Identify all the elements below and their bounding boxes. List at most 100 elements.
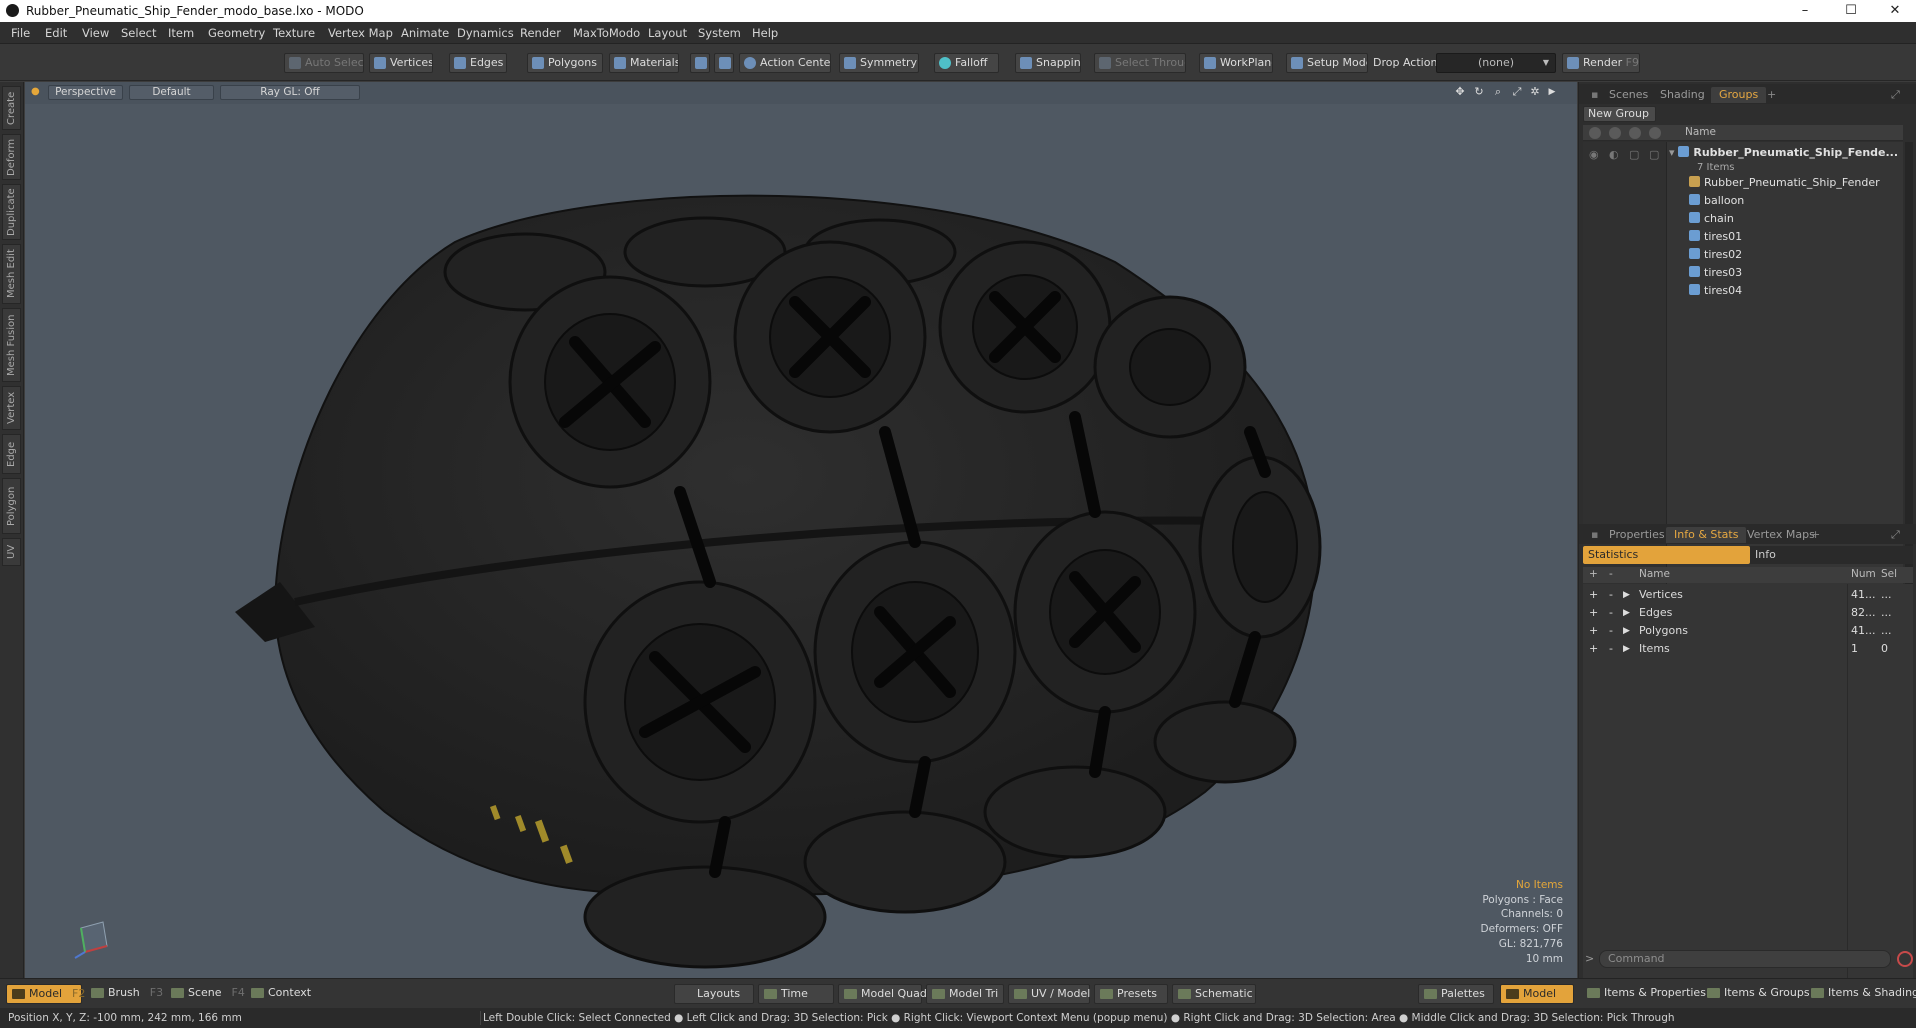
auto-select-button[interactable]: Auto Select — [284, 53, 364, 73]
group-item[interactable]: tires02 — [1667, 246, 1903, 264]
menu-animate[interactable]: Animate — [401, 26, 449, 40]
group-item[interactable]: Rubber_Pneumatic_Ship_Fender — [1667, 174, 1903, 192]
polygons-button[interactable]: Polygons — [527, 53, 603, 73]
move-view-icon[interactable]: ✥ — [1453, 85, 1467, 99]
schematic-button[interactable]: Schematic — [1172, 984, 1256, 1004]
action-center-button[interactable]: Action Center — [739, 53, 831, 73]
tab-info-stats[interactable]: Info & Stats — [1666, 527, 1747, 543]
model-tri-button[interactable]: Model Tri — [926, 984, 1004, 1004]
tab-mesh-fusion[interactable]: Mesh Fusion — [2, 308, 21, 382]
pivot-mode-button[interactable] — [690, 53, 710, 73]
time-button[interactable]: Time — [758, 984, 834, 1004]
viewport-menu-icon[interactable]: ● — [31, 86, 40, 97]
tab-create[interactable]: Create — [2, 86, 21, 130]
group-item[interactable]: tires04 — [1667, 282, 1903, 300]
panel-expand-icon[interactable]: ⤢ — [1887, 527, 1904, 543]
minimize-button[interactable]: – — [1782, 0, 1828, 22]
uv-model-button[interactable]: UV / Model — [1008, 984, 1090, 1004]
menu-view[interactable]: View — [82, 26, 109, 40]
row-add-icon[interactable]: + — [1589, 586, 1598, 604]
add-tab-icon[interactable]: + — [1807, 527, 1824, 543]
model-tab-button[interactable]: Model — [1500, 984, 1574, 1004]
layouts-button[interactable]: Layouts — [674, 984, 754, 1004]
tab-deform[interactable]: Deform — [2, 134, 21, 180]
stats-row-polygons[interactable]: + - ▶ Polygons 41... ... — [1583, 622, 1913, 640]
menu-file[interactable]: File — [11, 26, 30, 40]
panel-expand-icon[interactable]: ⤢ — [1887, 87, 1904, 103]
model-quad-button[interactable]: Model Quad — [838, 984, 927, 1004]
command-input[interactable]: Command — [1599, 950, 1891, 968]
snapping-button[interactable]: Snapping — [1015, 53, 1081, 73]
menu-geometry[interactable]: Geometry — [208, 26, 265, 40]
rotate-view-icon[interactable]: ↻ — [1472, 85, 1486, 99]
select-toggle-icon[interactable]: ▢ — [1649, 148, 1659, 161]
new-group-button[interactable]: New Group — [1583, 106, 1656, 122]
menu-item[interactable]: Item — [168, 26, 194, 40]
tab-polygon[interactable]: Polygon — [2, 478, 21, 534]
edges-button[interactable]: Edges — [449, 53, 507, 73]
row-add-icon[interactable]: + — [1589, 604, 1598, 622]
select-through-button[interactable]: Select Through — [1094, 53, 1186, 73]
tab-info[interactable]: Info — [1755, 546, 1776, 564]
row-remove-icon[interactable]: - — [1609, 640, 1613, 658]
render-toggle-icon[interactable]: ◐ — [1609, 148, 1619, 161]
row-add-icon[interactable]: + — [1589, 622, 1598, 640]
menu-layout[interactable]: Layout — [648, 26, 687, 40]
record-icon[interactable] — [1897, 951, 1913, 967]
vertices-button[interactable]: Vertices — [369, 53, 433, 73]
menu-maxtomodo[interactable]: MaxToModo — [573, 26, 640, 40]
tab-statistics[interactable]: Statistics — [1583, 546, 1750, 564]
group-item[interactable]: tires03 — [1667, 264, 1903, 282]
raygl-button[interactable]: Ray GL: Off — [220, 85, 360, 100]
tab-shading[interactable]: Shading — [1652, 87, 1713, 103]
group-item[interactable]: balloon — [1667, 192, 1903, 210]
falloff-button[interactable]: Falloff — [934, 53, 999, 73]
menu-system[interactable]: System — [698, 26, 741, 40]
tab-uv[interactable]: UV — [2, 538, 21, 566]
menu-select[interactable]: Select — [121, 26, 156, 40]
tab-vertex[interactable]: Vertex — [2, 386, 21, 430]
items-groups-button[interactable]: Items & Groups — [1702, 984, 1810, 1004]
zoom-view-icon[interactable]: ⌕ — [1491, 85, 1505, 99]
row-remove-icon[interactable]: - — [1609, 604, 1613, 622]
symmetry-button[interactable]: Symmetry — [839, 53, 919, 73]
stats-row-edges[interactable]: + - ▶ Edges 82... ... — [1583, 604, 1913, 622]
drop-action-select[interactable]: (none) ▼ — [1436, 53, 1556, 73]
tab-groups[interactable]: Groups — [1711, 87, 1767, 103]
center-mode-button[interactable] — [714, 53, 734, 73]
setup-mode-button[interactable]: Setup Mode — [1286, 53, 1368, 73]
menu-render[interactable]: Render — [520, 26, 561, 40]
menu-edit[interactable]: Edit — [45, 26, 67, 40]
tab-mesh-edit[interactable]: Mesh Edit — [2, 244, 21, 304]
row-expand-icon[interactable]: ▶ — [1623, 586, 1630, 604]
viewport-expand-icon[interactable]: ▶ — [1545, 85, 1559, 99]
fit-view-icon[interactable]: ⤢ — [1510, 85, 1524, 99]
row-expand-icon[interactable]: ▶ — [1623, 604, 1630, 622]
menu-texture[interactable]: Texture — [273, 26, 315, 40]
stats-row-items[interactable]: + - ▶ Items 1 0 — [1583, 640, 1913, 658]
brush-layout-button[interactable]: Brush F3 — [86, 984, 164, 1004]
row-add-icon[interactable]: + — [1589, 640, 1598, 658]
add-tab-icon[interactable]: + — [1763, 87, 1780, 103]
lock-toggle-icon[interactable]: ▢ — [1629, 148, 1639, 161]
tab-edge[interactable]: Edge — [2, 434, 21, 474]
items-properties-button[interactable]: Items & Properties — [1582, 984, 1706, 1004]
menu-help[interactable]: Help — [752, 26, 778, 40]
group-item[interactable]: chain — [1667, 210, 1903, 228]
workplane-button[interactable]: WorkPlane — [1199, 53, 1273, 73]
view-style-button[interactable]: Default — [129, 85, 214, 100]
expand-all-icon[interactable]: + — [1589, 568, 1598, 580]
context-layout-button[interactable]: Context — [246, 984, 316, 1004]
close-button[interactable]: ✕ — [1872, 0, 1916, 22]
render-button[interactable]: Render F9 — [1562, 53, 1640, 73]
model-layout-button[interactable]: Model F2 — [6, 984, 85, 1004]
eye-icon[interactable]: ◉ — [1589, 148, 1599, 161]
presets-button[interactable]: Presets — [1094, 984, 1168, 1004]
collapse-all-icon[interactable]: - — [1609, 568, 1613, 580]
items-shading-button[interactable]: Items & Shading — [1806, 984, 1916, 1004]
row-expand-icon[interactable]: ▶ — [1623, 622, 1630, 640]
materials-button[interactable]: Materials — [609, 53, 679, 73]
view-type-button[interactable]: Perspective — [48, 85, 123, 100]
menu-dynamics[interactable]: Dynamics — [457, 26, 514, 40]
group-item[interactable]: tires01 — [1667, 228, 1903, 246]
